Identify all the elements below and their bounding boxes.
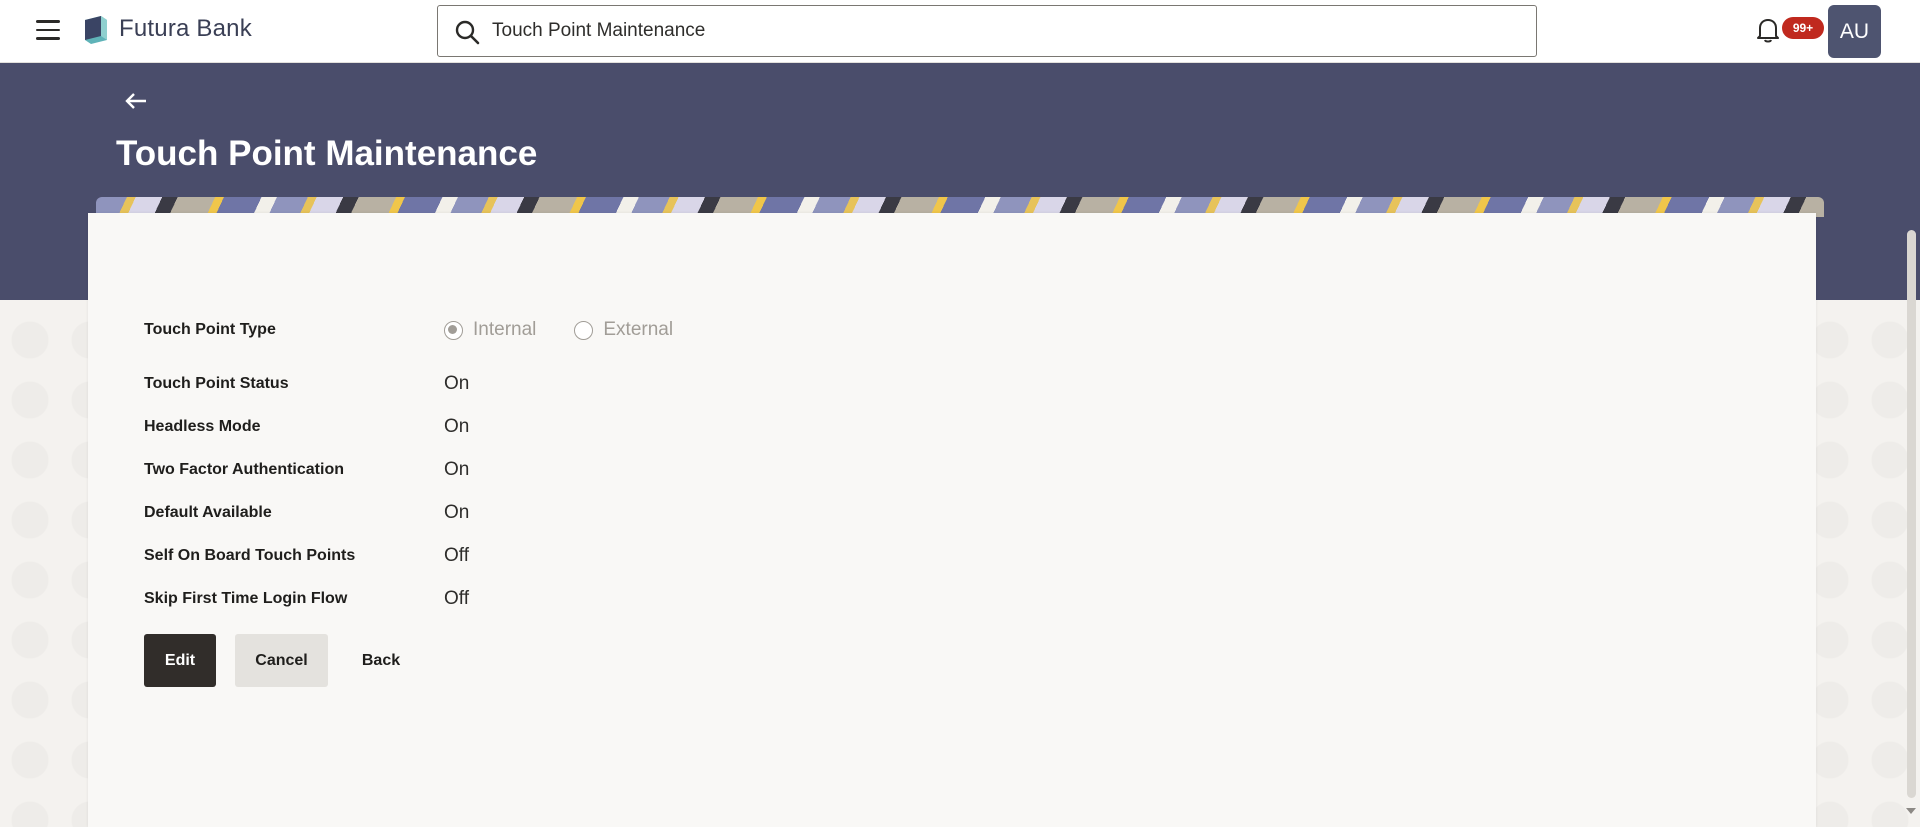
touch-point-type-row: Touch Point Type Internal External: [144, 318, 711, 342]
search-input[interactable]: [490, 6, 1510, 56]
touch-point-status-row: Touch Point Status On: [144, 372, 469, 396]
default-available-row: Default Available On: [144, 501, 469, 525]
skip-first-time-login-flow-row: Skip First Time Login Flow Off: [144, 587, 469, 611]
search-icon[interactable]: [454, 19, 480, 45]
top-bar: Futura Bank 99+ AU: [0, 0, 1920, 63]
radio-external[interactable]: External: [574, 319, 673, 341]
vertical-scrollbar[interactable]: [1907, 230, 1916, 798]
bank-logo-icon: [85, 16, 107, 44]
touch-point-type-radio-group: Internal External: [444, 319, 711, 341]
touch-point-details-card: Touch Point Type Internal External Touch…: [88, 213, 1816, 827]
field-value: On: [444, 373, 470, 394]
back-arrow-icon[interactable]: [124, 90, 148, 112]
cancel-button[interactable]: Cancel: [235, 634, 328, 687]
brand-name[interactable]: Futura Bank: [119, 15, 252, 43]
field-label: Skip First Time Login Flow: [144, 590, 348, 607]
radio-unchecked-icon[interactable]: [574, 320, 594, 340]
field-label: Default Available: [144, 504, 272, 521]
hamburger-menu-icon[interactable]: [36, 20, 60, 40]
search-box[interactable]: [437, 5, 1537, 57]
headless-mode-row: Headless Mode On: [144, 415, 469, 439]
scroll-down-arrow-icon[interactable]: [1906, 808, 1916, 814]
touch-point-type-label: Touch Point Type: [144, 321, 276, 338]
user-avatar[interactable]: AU: [1828, 5, 1881, 58]
radio-internal-label: Internal: [473, 319, 537, 340]
field-label: Headless Mode: [144, 418, 261, 435]
field-value: On: [444, 502, 470, 523]
field-value: On: [444, 459, 470, 480]
notification-badge[interactable]: 99+: [1782, 17, 1824, 39]
field-value: On: [444, 416, 470, 437]
back-button[interactable]: Back: [346, 634, 416, 687]
radio-checked-icon[interactable]: [444, 320, 463, 340]
edit-button[interactable]: Edit: [144, 634, 216, 687]
field-value: Off: [444, 588, 469, 609]
field-value: Off: [444, 545, 469, 566]
field-label: Touch Point Status: [144, 375, 289, 392]
two-factor-authentication-row: Two Factor Authentication On: [144, 458, 469, 482]
bell-icon[interactable]: [1755, 16, 1781, 44]
page-title: Touch Point Maintenance: [116, 134, 538, 173]
field-label: Self On Board Touch Points: [144, 547, 356, 564]
radio-external-label: External: [603, 319, 674, 340]
self-on-board-touch-points-row: Self On Board Touch Points Off: [144, 544, 469, 568]
field-label: Two Factor Authentication: [144, 461, 344, 478]
radio-internal[interactable]: Internal: [444, 319, 536, 341]
